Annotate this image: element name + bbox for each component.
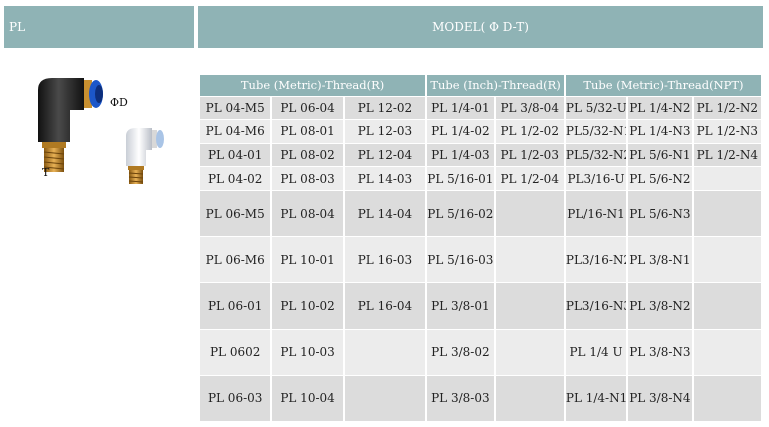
header-model-label: MODEL( Φ D-T) — [432, 20, 529, 34]
model-cell: PL 12-02 — [344, 96, 426, 120]
header-left-label: PL — [9, 20, 26, 34]
model-cell — [693, 237, 761, 283]
table-row: PL 06-M6 PL 10-01 PL 16-03 PL 5/16-03 PL3/16… — [200, 237, 761, 283]
model-cell: PL 3/8-02 — [427, 329, 494, 375]
model-cell: PL 0602 — [200, 329, 271, 375]
model-cell: PL 04-M5 — [200, 96, 271, 120]
model-cell: PL 5/6-N3 — [628, 190, 692, 237]
model-cell: PL 1/4-01 — [427, 96, 494, 120]
model-cell — [693, 329, 761, 375]
model-cell: PL 1/4-N3 — [628, 120, 692, 143]
model-cell: PL 3/8-N3 — [628, 329, 692, 375]
product-panel: ΦD T — [4, 58, 194, 190]
diameter-label: ΦD — [110, 96, 128, 109]
table-row: PL 04-M6 PL 08-01 PL 12-03 PL 1/4-02 PL 1/2-… — [200, 120, 761, 143]
group-header-cell: Tube (Metric)-Thread(R) — [200, 75, 426, 96]
model-cell: PL 06-M6 — [200, 237, 271, 283]
model-cell: PL 3/8-N1 — [628, 237, 692, 283]
model-cell: PL 10-03 — [272, 329, 343, 375]
model-cell — [693, 283, 761, 329]
model-cell: PL 06-03 — [200, 375, 271, 421]
table-row: PL 04-01 PL 08-02 PL 12-04 PL 1/4-03 PL 1/2-… — [200, 143, 761, 167]
model-cell — [693, 190, 761, 237]
model-cell — [344, 329, 426, 375]
model-cell: PL 1/4-N1 — [565, 375, 627, 421]
model-cell: PL 08-01 — [272, 120, 343, 143]
model-cell: PL 08-02 — [272, 143, 343, 167]
model-cell: PL 5/32-U — [565, 96, 627, 120]
model-cell: PL 12-04 — [344, 143, 426, 167]
model-cell: PL 04-01 — [200, 143, 271, 167]
model-cell: PL 06-04 — [272, 96, 343, 120]
header-left: PL — [4, 6, 194, 48]
model-cell: PL5/32-N2 — [565, 143, 627, 167]
table-row: PL 04-02 PL 08-03 PL 14-03 PL 5/16-01 PL 1/2… — [200, 167, 761, 190]
model-cell: PL 3/8-01 — [427, 283, 494, 329]
model-cell — [495, 329, 564, 375]
table-group-header: Tube (Metric)-Thread(R) Tube (Inch)-Threa… — [200, 75, 761, 96]
model-cell: PL5/32-N1 — [565, 120, 627, 143]
model-table: Tube (Metric)-Thread(R) Tube (Inch)-Threa… — [198, 74, 763, 422]
model-cell: PL 5/16-01 — [427, 167, 494, 190]
table-row: PL 06-01 PL 10-02 PL 16-04 PL 3/8-01 PL3/16-… — [200, 283, 761, 329]
model-cell: PL 5/6-N2 — [628, 167, 692, 190]
model-cell: PL 12-03 — [344, 120, 426, 143]
model-cell — [495, 375, 564, 421]
model-cell: PL 1/2-03 — [495, 143, 564, 167]
model-cell: PL 16-04 — [344, 283, 426, 329]
model-cell: PL 04-02 — [200, 167, 271, 190]
model-cell: PL 1/4-03 — [427, 143, 494, 167]
model-cell — [344, 375, 426, 421]
model-cell: PL 3/8-N4 — [628, 375, 692, 421]
model-cell: PL 10-04 — [272, 375, 343, 421]
model-cell — [495, 283, 564, 329]
group-header-cell: Tube (Metric)-Thread(NPT) — [565, 75, 761, 96]
model-cell: PL 3/8-N2 — [628, 283, 692, 329]
model-cell: PL 06-01 — [200, 283, 271, 329]
model-cell: PL 1/4 U — [565, 329, 627, 375]
model-cell: PL 5/6-N1 — [628, 143, 692, 167]
model-cell: PL 1/4-02 — [427, 120, 494, 143]
model-cell — [693, 167, 761, 190]
model-cell: PL 06-M5 — [200, 190, 271, 237]
model-cell: PL/16-N1 — [565, 190, 627, 237]
model-cell: PL 3/8-04 — [495, 96, 564, 120]
model-cell — [693, 375, 761, 421]
group-header-cell: Tube (Inch)-Thread(R) — [427, 75, 564, 96]
model-cell: PL 1/2-N2 — [693, 96, 761, 120]
model-cell: PL 08-04 — [272, 190, 343, 237]
table-row: PL 06-M5 PL 08-04 PL 14-04 PL 5/16-02 PL/16-… — [200, 190, 761, 237]
model-cell: PL 1/4-N2 — [628, 96, 692, 120]
model-cell: PL 14-03 — [344, 167, 426, 190]
model-cell: PL 14-04 — [344, 190, 426, 237]
model-cell — [495, 237, 564, 283]
model-cell: PL 5/16-03 — [427, 237, 494, 283]
model-cell: PL3/16-U — [565, 167, 627, 190]
model-cell: PL 04-M6 — [200, 120, 271, 143]
model-cell: PL 10-01 — [272, 237, 343, 283]
table-row: PL 06-03 PL 10-04 PL 3/8-03 PL 1/4-N1 PL 3/8… — [200, 375, 761, 421]
model-cell: PL 5/16-02 — [427, 190, 494, 237]
header-right: MODEL( Φ D-T) — [198, 6, 763, 48]
model-cell: PL3/16-N3 — [565, 283, 627, 329]
model-cell: PL 1/2-04 — [495, 167, 564, 190]
model-cell: PL 08-03 — [272, 167, 343, 190]
model-cell: PL 3/8-03 — [427, 375, 494, 421]
model-cell: PL 1/2-N3 — [693, 120, 761, 143]
model-cell: PL3/16-N2 — [565, 237, 627, 283]
model-cell: PL 1/2-N4 — [693, 143, 761, 167]
model-cell: PL 10-02 — [272, 283, 343, 329]
model-cell: PL 1/2-02 — [495, 120, 564, 143]
model-cell — [495, 190, 564, 237]
model-cell: PL 16-03 — [344, 237, 426, 283]
table-row: PL 04-M5 PL 06-04 PL 12-02 PL 1/4-01 PL 3/8-… — [200, 96, 761, 120]
elbow-fitting-icon — [38, 78, 164, 184]
table-row: PL 0602 PL 10-03 PL 3/8-02 PL 1/4 U PL 3/8-N… — [200, 329, 761, 375]
thread-label: T — [42, 166, 50, 179]
